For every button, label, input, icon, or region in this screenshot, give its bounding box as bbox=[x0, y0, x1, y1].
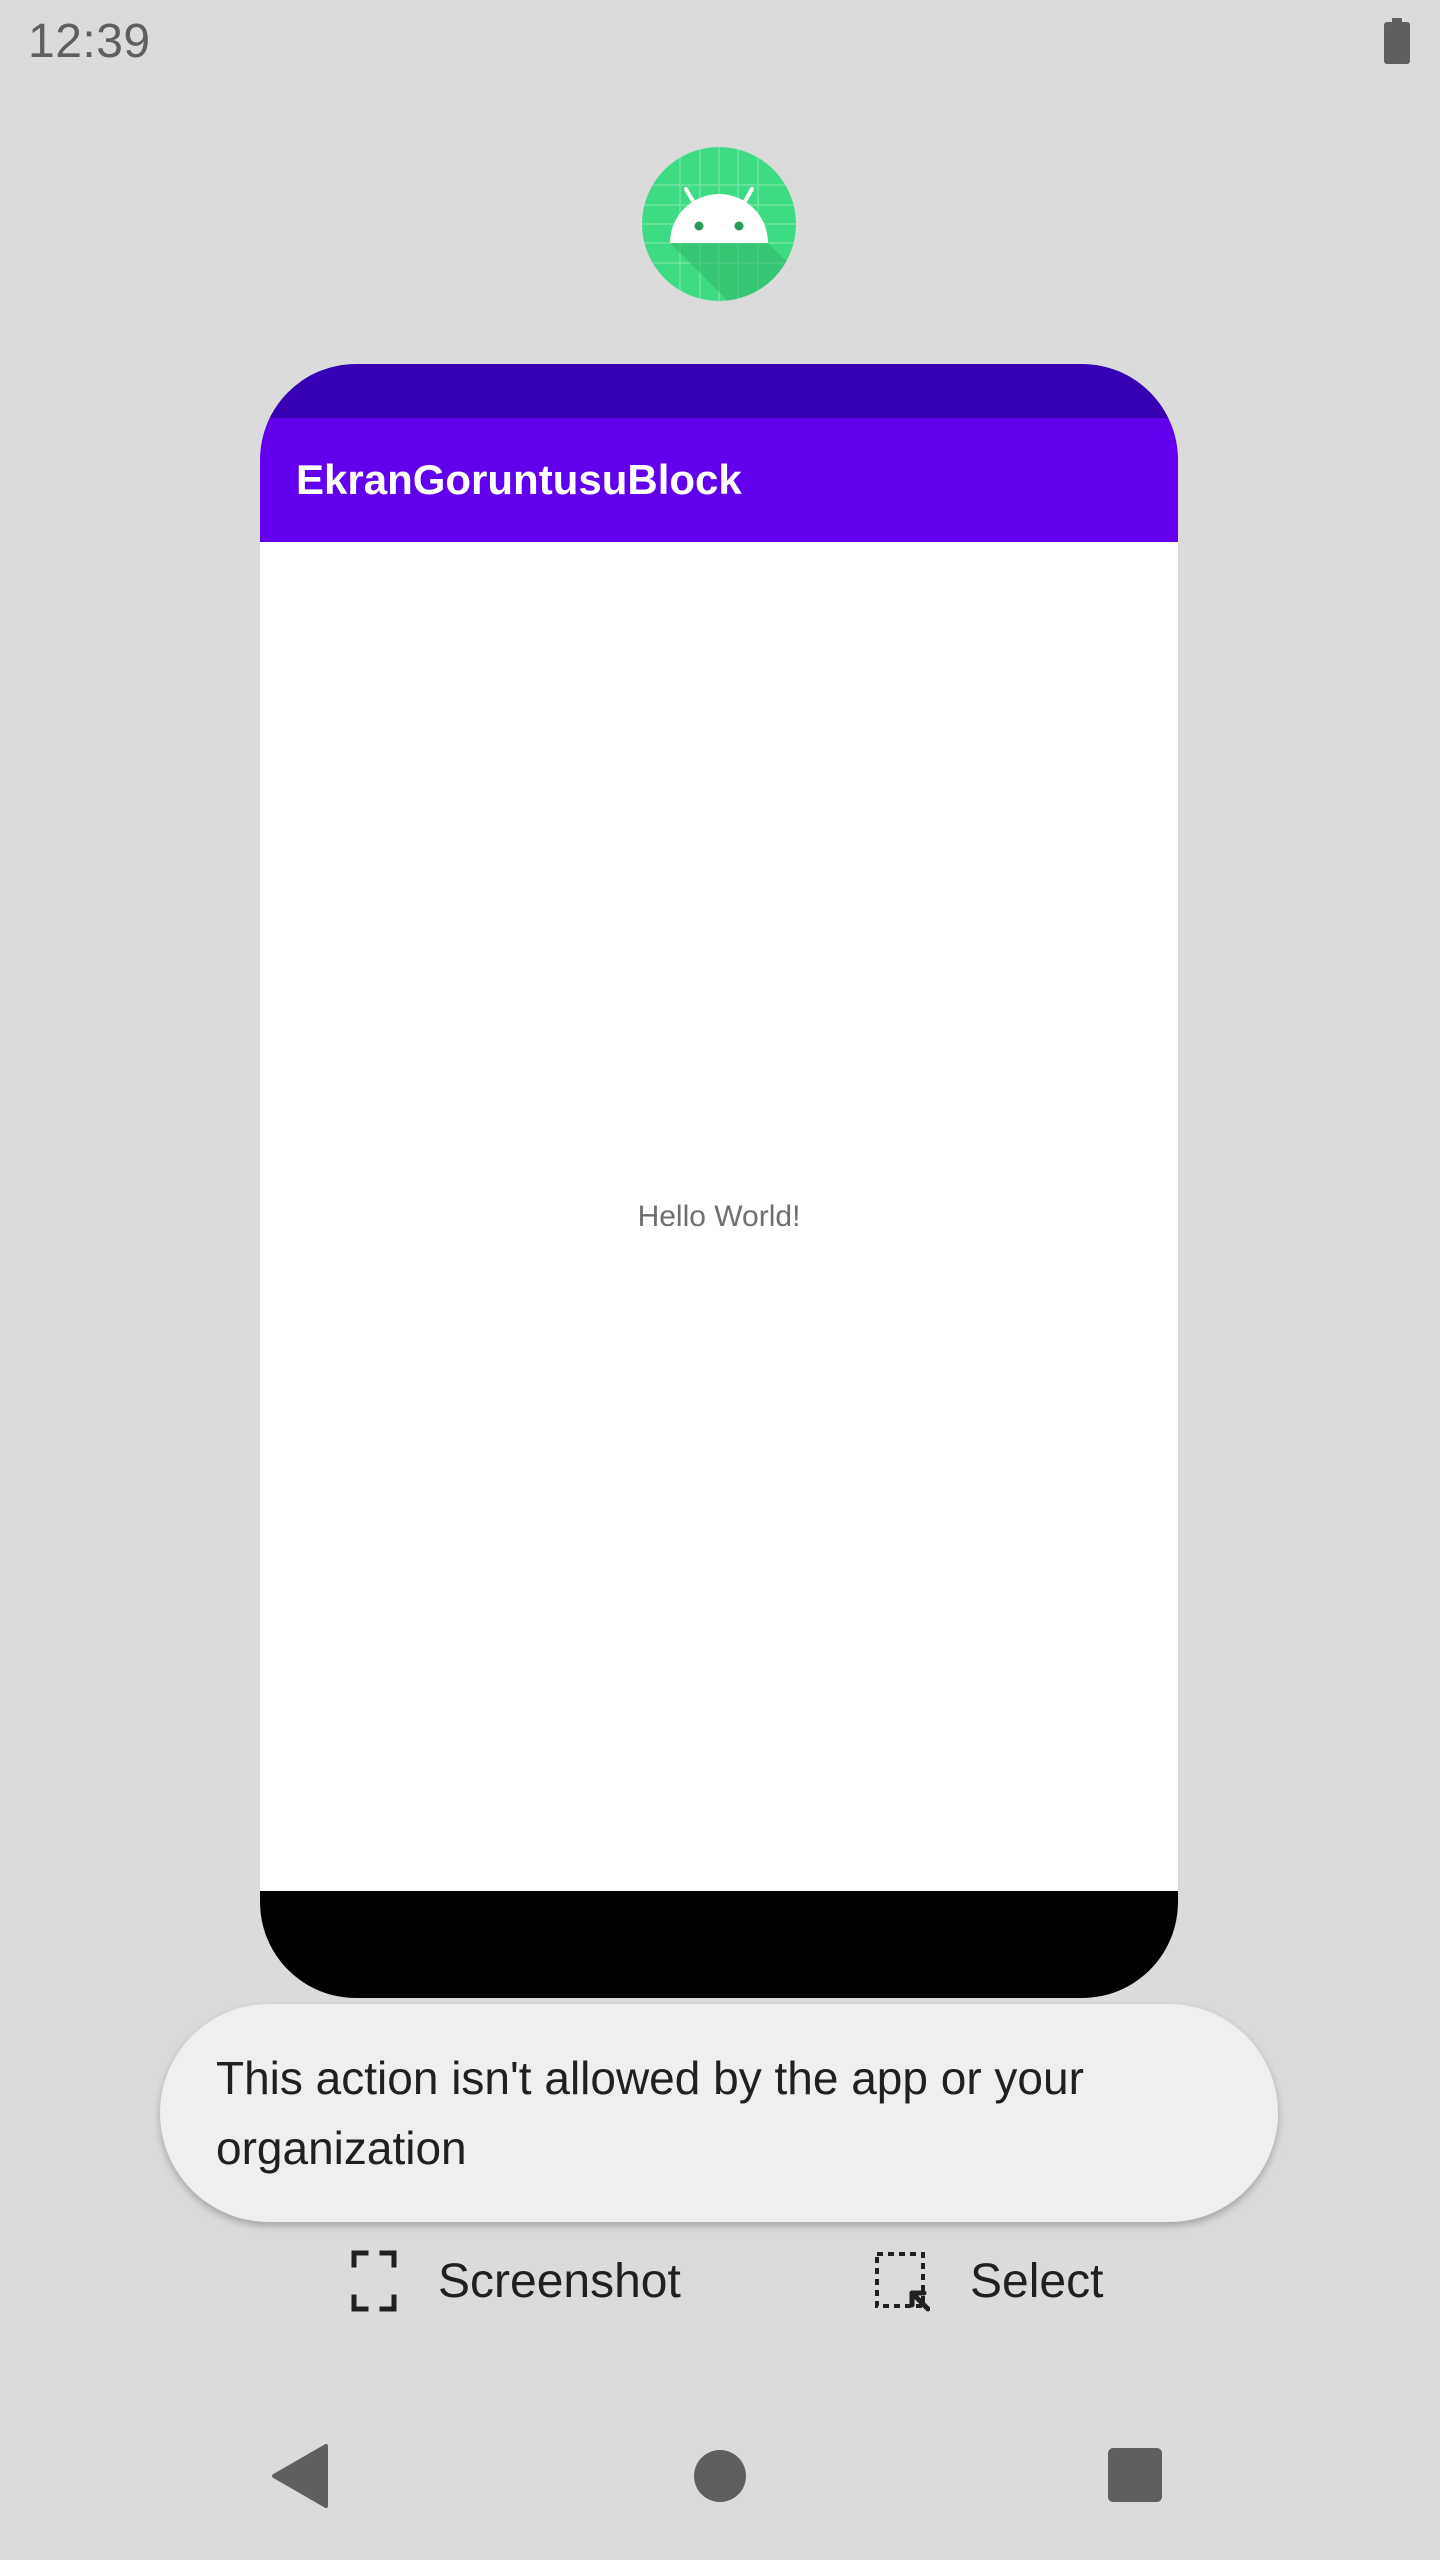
screenshot-button[interactable]: Screenshot bbox=[350, 2246, 681, 2316]
recents-icon[interactable] bbox=[1108, 2448, 1162, 2502]
toast-message: This action isn't allowed by the app or … bbox=[160, 2004, 1278, 2222]
back-icon[interactable] bbox=[272, 2444, 328, 2508]
hello-world-text: Hello World! bbox=[637, 1200, 801, 1233]
toast-text: This action isn't allowed by the app or … bbox=[216, 2052, 1084, 2174]
battery-full-icon bbox=[1384, 18, 1410, 64]
select-button[interactable]: Select bbox=[874, 2246, 1103, 2316]
select-icon bbox=[875, 2252, 930, 2312]
screenshot-icon bbox=[351, 2250, 397, 2312]
app-status-bar bbox=[260, 364, 1178, 418]
recent-app-card[interactable]: EkranGoruntusuBlock Hello World! bbox=[260, 364, 1178, 1998]
app-title: EkranGoruntusuBlock bbox=[296, 456, 742, 503]
status-time: 12:39 bbox=[28, 15, 151, 68]
app-navigation-bar bbox=[260, 1891, 1178, 1998]
app-content: Hello World! bbox=[260, 542, 1178, 1891]
select-label: Select bbox=[970, 2254, 1104, 2308]
screenshot-label: Screenshot bbox=[438, 2254, 681, 2308]
android-app-icon[interactable] bbox=[642, 147, 796, 301]
home-icon[interactable] bbox=[694, 2450, 746, 2502]
app-toolbar: EkranGoruntusuBlock bbox=[260, 418, 1178, 542]
